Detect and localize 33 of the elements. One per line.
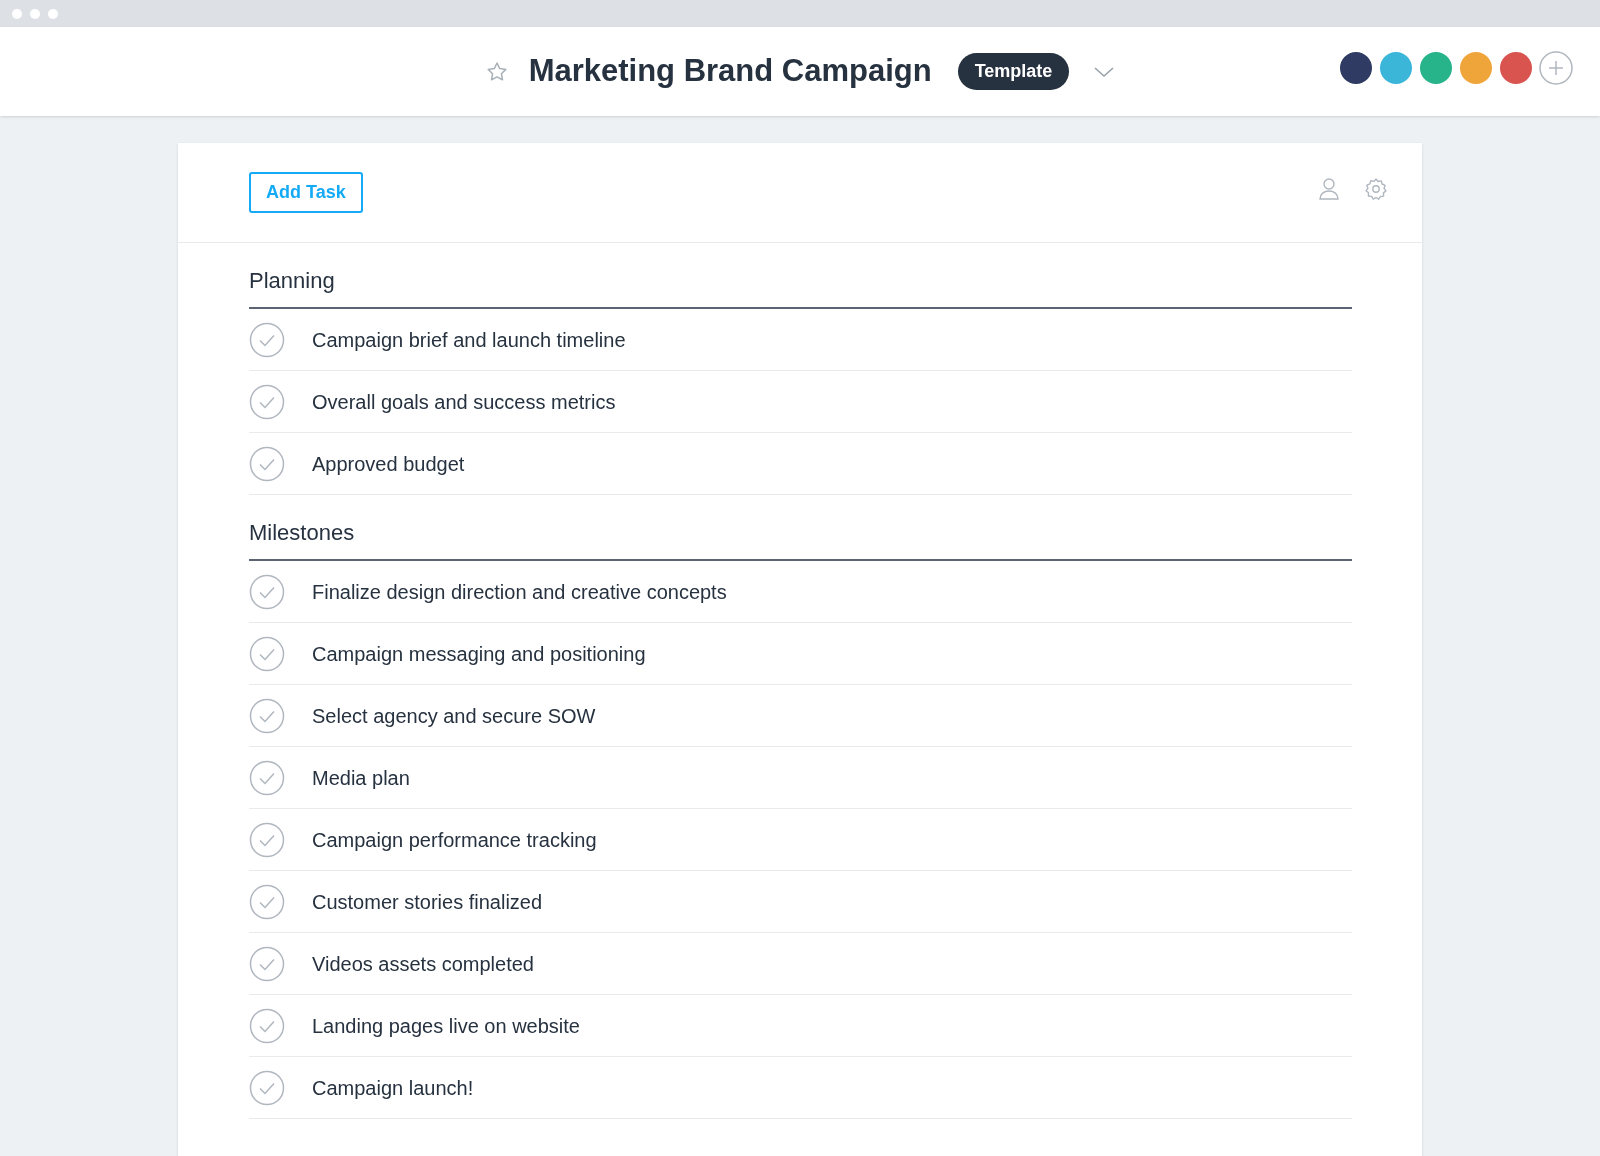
- template-badge: Template: [957, 53, 1070, 90]
- check-circle-icon[interactable]: [249, 883, 285, 920]
- add-member-icon[interactable]: [1538, 50, 1574, 86]
- chevron-down-icon[interactable]: [1093, 64, 1116, 79]
- check-circle-icon[interactable]: [249, 945, 285, 982]
- task-name[interactable]: Finalize design direction and creative concepts: [312, 576, 727, 607]
- star-icon[interactable]: [484, 59, 509, 84]
- check-circle-icon[interactable]: [249, 321, 285, 358]
- project-title: Marketing Brand Campaign: [528, 52, 932, 91]
- task-name[interactable]: Campaign launch!: [312, 1072, 474, 1103]
- check-circle-icon[interactable]: [249, 383, 285, 420]
- check-circle-icon[interactable]: [249, 635, 285, 672]
- task-name[interactable]: Overall goals and success metrics: [312, 386, 616, 417]
- task-name[interactable]: Select agency and secure SOW: [312, 700, 596, 731]
- check-circle-icon[interactable]: [249, 1069, 285, 1106]
- task-name[interactable]: Videos assets completed: [312, 948, 534, 979]
- task-name[interactable]: Media plan: [312, 762, 410, 793]
- check-circle-icon[interactable]: [249, 821, 285, 858]
- check-circle-icon[interactable]: [249, 445, 285, 482]
- task-name[interactable]: Campaign brief and launch timeline: [312, 324, 626, 355]
- task-name[interactable]: Campaign performance tracking: [312, 824, 597, 855]
- check-circle-icon[interactable]: [249, 573, 285, 610]
- section-heading: Planning: [249, 243, 1352, 309]
- task-name[interactable]: Approved budget: [312, 448, 465, 479]
- settings-icon[interactable]: [1364, 176, 1388, 201]
- task-name[interactable]: Landing pages live on website: [312, 1010, 580, 1041]
- person-icon[interactable]: [1318, 176, 1340, 201]
- check-circle-icon[interactable]: [249, 759, 285, 796]
- section-heading: Milestones: [249, 495, 1352, 561]
- check-circle-icon[interactable]: [249, 1007, 285, 1044]
- task-name[interactable]: Customer stories finalized: [312, 886, 543, 917]
- task-name[interactable]: Campaign messaging and positioning: [312, 638, 646, 669]
- check-circle-icon[interactable]: [249, 697, 285, 734]
